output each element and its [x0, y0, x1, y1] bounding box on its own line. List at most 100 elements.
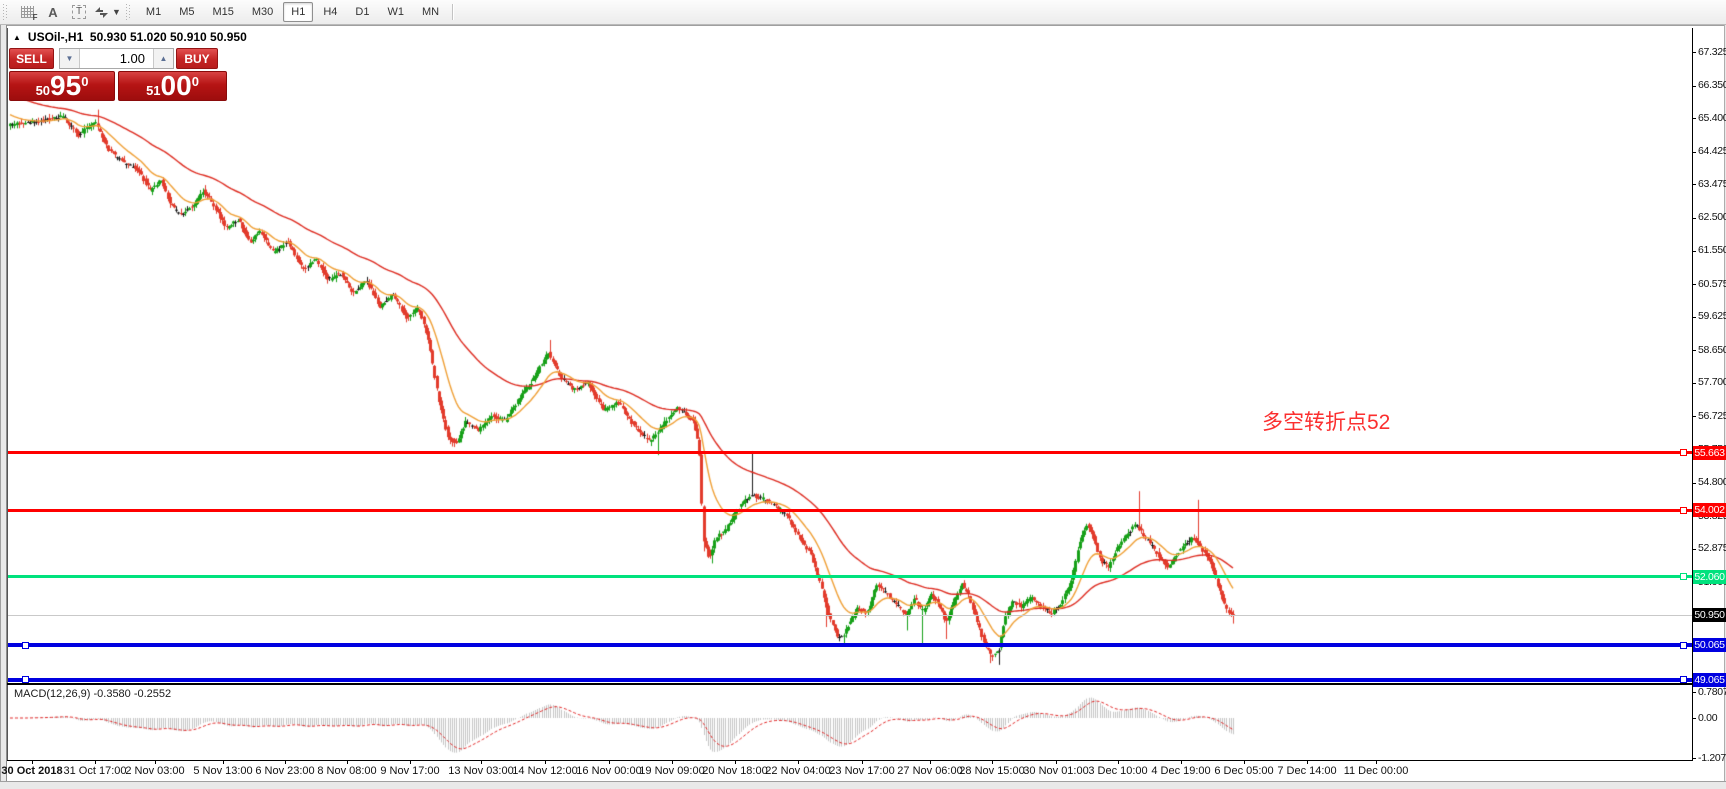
price-axis-tick-mark — [1692, 284, 1696, 285]
price-axis-tick-label: 66.350 — [1698, 79, 1726, 92]
time-axis-tick-mark — [1307, 761, 1308, 764]
price-line-label: 50.065 — [1693, 638, 1726, 652]
volume-increase-button[interactable]: ▲ — [153, 49, 173, 68]
chevron-down-icon[interactable]: ▼ — [112, 7, 121, 17]
time-axis-label: 31 Oct 17:00 — [64, 765, 127, 777]
toolbar-grip[interactable] — [3, 4, 8, 20]
time-axis-tick-mark — [545, 761, 546, 764]
line-handle[interactable] — [1680, 642, 1687, 649]
text-tool-icon: A — [48, 5, 57, 20]
macd-values: -0.3580 -0.2552 — [93, 688, 171, 700]
line-handle[interactable] — [1680, 507, 1687, 514]
toolbar-grip[interactable] — [126, 4, 131, 20]
time-axis-label: 30 Nov 01:00 — [1023, 765, 1088, 777]
time-axis-tick-mark — [32, 761, 33, 764]
price-axis-tick-mark — [1692, 118, 1696, 119]
timeframe-button-m15[interactable]: M15 — [204, 2, 241, 22]
time-axis-tick-mark — [410, 761, 411, 764]
timeframe-group: M1M5M15M30H1H4D1W1MN — [137, 2, 448, 22]
horizontal-line[interactable] — [8, 575, 1692, 578]
timeframe-button-mn[interactable]: MN — [414, 2, 447, 22]
chart-title-row: ▲ USOil-,H1 50.930 51.020 50.910 50.950 — [13, 30, 247, 44]
time-axis-tick-mark — [155, 761, 156, 764]
timeframe-button-h1[interactable]: H1 — [283, 2, 313, 22]
time-axis-tick-mark — [1056, 761, 1057, 764]
arrows-tool-icon — [94, 6, 109, 19]
buy-price-display[interactable]: 51 00 0 — [118, 71, 227, 101]
time-axis-label: 6 Nov 23:00 — [255, 765, 314, 777]
volume-stepper: ▼ ▲ — [59, 48, 174, 69]
sell-price-big-digits: 95 — [50, 72, 81, 100]
time-axis-tick-mark — [481, 761, 482, 764]
time-axis-tick-mark — [862, 761, 863, 764]
price-axis-tick-label: 54.800 — [1698, 476, 1726, 489]
horizontal-line[interactable] — [8, 509, 1692, 512]
buy-button[interactable]: BUY — [176, 48, 218, 69]
sell-button[interactable]: SELL — [9, 48, 54, 69]
mt4-application-window: F A T ▼ M1M5M15M30H1H4D1W1MN ▲ USOil-,H1 — [0, 0, 1726, 789]
timeframe-button-w1[interactable]: W1 — [379, 2, 412, 22]
line-handle[interactable] — [1680, 573, 1687, 580]
toolbar: F A T ▼ M1M5M15M30H1H4D1W1MN — [0, 0, 1726, 25]
price-axis-tick-mark — [1692, 549, 1696, 550]
time-axis-tick-mark — [735, 761, 736, 764]
time-axis-label: 2 Nov 03:00 — [125, 765, 184, 777]
time-axis-tick-mark — [992, 761, 993, 764]
price-axis-tick-mark — [1692, 52, 1696, 53]
time-axis-tick-mark — [95, 761, 96, 764]
line-handle[interactable] — [22, 642, 29, 649]
buy-button-label: BUY — [184, 52, 209, 66]
price-axis-tick-label: 65.400 — [1698, 112, 1726, 125]
macd-axis-tick-mark — [1692, 718, 1696, 719]
arrows-tool-button[interactable]: ▼ — [94, 2, 121, 22]
sell-price-display[interactable]: 50 95 0 — [9, 71, 115, 101]
one-click-panel-collapse-arrow[interactable]: ▲ — [13, 33, 21, 42]
horizontal-line[interactable] — [8, 678, 1692, 682]
timeframe-button-m1[interactable]: M1 — [138, 2, 169, 22]
price-axis-tick-mark — [1692, 317, 1696, 318]
horizontal-line[interactable] — [8, 451, 1692, 454]
time-axis-label: 8 Nov 08:00 — [317, 765, 376, 777]
timeframe-button-m5[interactable]: M5 — [171, 2, 202, 22]
time-axis-label: 27 Nov 06:00 — [897, 765, 962, 777]
text-label-tool-button[interactable]: T — [68, 2, 90, 22]
grid-f-icon: F — [21, 6, 34, 18]
line-handle[interactable] — [1680, 449, 1687, 456]
price-axis-tick-mark — [1692, 184, 1696, 185]
time-axis-label: 6 Dec 05:00 — [1214, 765, 1273, 777]
text-tool-button[interactable]: A — [42, 2, 64, 22]
current-price-label: 50.950 — [1693, 608, 1726, 622]
price-axis-tick-mark — [1692, 350, 1696, 351]
time-axis-label: 3 Dec 10:00 — [1088, 765, 1147, 777]
sell-price-pip-digit: 0 — [81, 74, 88, 89]
macd-axis-tick-mark — [1692, 758, 1696, 759]
volume-decrease-button[interactable]: ▼ — [60, 49, 80, 68]
chart-annotation-text: 多空转折点52 — [1262, 406, 1390, 436]
macd-panel-separator[interactable] — [7, 683, 1693, 685]
horizontal-line[interactable] — [8, 643, 1692, 647]
time-axis-tick-mark — [1376, 761, 1377, 764]
buy-price-big-digits: 00 — [161, 72, 192, 100]
time-axis-tick-mark — [347, 761, 348, 764]
time-axis-tick-mark — [609, 761, 610, 764]
grid-f-tool-button[interactable]: F — [16, 2, 38, 22]
time-axis-label: 30 Oct 2018 — [1, 765, 62, 777]
volume-input[interactable] — [80, 49, 153, 68]
time-axis-label: 4 Dec 19:00 — [1151, 765, 1210, 777]
macd-name: MACD(12,26,9) — [14, 688, 90, 700]
macd-panel-bottom-border — [7, 760, 1693, 761]
timeframe-button-d1[interactable]: D1 — [347, 2, 377, 22]
timeframe-button-m30[interactable]: M30 — [244, 2, 281, 22]
candlestick-chart-canvas[interactable] — [8, 28, 1692, 760]
chart-title: USOil-,H1 50.930 51.020 50.910 50.950 — [28, 30, 247, 44]
macd-axis-label: 0.7807 — [1698, 686, 1726, 699]
timeframe-button-h4[interactable]: H4 — [315, 2, 345, 22]
grid-f-glyph: F — [33, 13, 38, 22]
price-line-label: 55.663 — [1693, 446, 1726, 460]
time-axis-tick-mark — [223, 761, 224, 764]
price-axis-tick-label: 52.875 — [1698, 542, 1726, 555]
time-axis-tick-mark — [285, 761, 286, 764]
line-handle[interactable] — [1680, 676, 1687, 683]
time-axis-tick-mark — [930, 761, 931, 764]
line-handle[interactable] — [22, 676, 29, 683]
